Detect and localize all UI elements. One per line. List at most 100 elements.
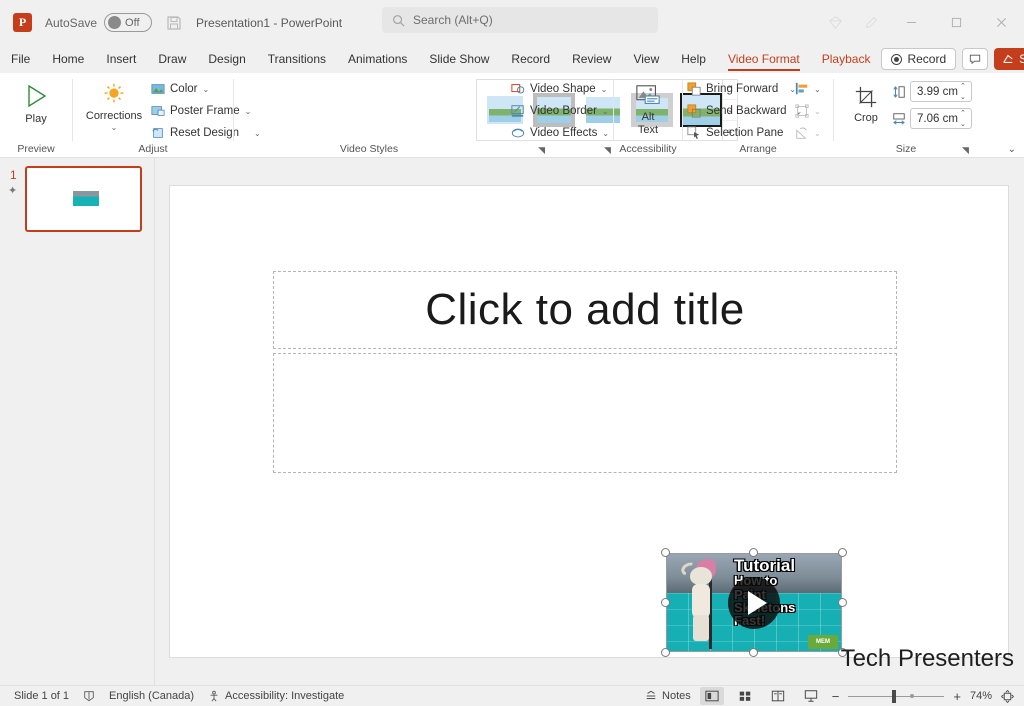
chevron-down-icon: ⌄ [602, 128, 610, 138]
title-placeholder[interactable]: Click to add title [273, 271, 897, 349]
slide-show-view-button[interactable] [799, 687, 823, 705]
record-dot-icon [891, 53, 903, 65]
tab-home[interactable]: Home [41, 45, 95, 73]
reset-design-label: Reset Design [170, 127, 240, 139]
alt-text-button[interactable]: Alt Text [614, 77, 682, 136]
maximize-button[interactable] [934, 0, 979, 45]
video-styles-dialog-launcher[interactable]: ◥ [538, 145, 545, 156]
thumbnail-video-preview [73, 191, 99, 206]
alt-text-label-line1: Alt [641, 111, 655, 123]
bring-forward-button[interactable]: Bring Forward ⌄ [687, 78, 796, 100]
tab-record[interactable]: Record [500, 45, 561, 73]
tab-design[interactable]: Design [197, 45, 256, 73]
diamond-icon[interactable] [817, 0, 853, 45]
tab-insert[interactable]: Insert [95, 45, 147, 73]
align-button[interactable]: ⌄ [795, 78, 821, 100]
comment-button[interactable] [962, 48, 989, 70]
share-button[interactable]: Share ▾ [994, 48, 1024, 70]
titlebar-right-controls [817, 0, 1024, 45]
ribbon: Play Preview Corrections ⌄ Color ⌄ Poste… [0, 73, 1024, 158]
height-icon [893, 85, 905, 98]
slide-sorter-icon [739, 691, 751, 701]
normal-view-button[interactable] [699, 687, 724, 705]
slide-thumbnail-1[interactable] [25, 166, 142, 232]
record-button-label: Record [907, 52, 947, 66]
minimize-button[interactable] [889, 0, 934, 45]
resize-handle-top-left[interactable] [661, 548, 670, 557]
size-dialog-launcher[interactable]: ◥ [962, 145, 969, 156]
resize-handle-middle-right[interactable] [838, 598, 847, 607]
tab-animations[interactable]: Animations [337, 45, 418, 73]
video-border-icon [511, 105, 524, 117]
resize-handle-top-right[interactable] [838, 548, 847, 557]
subtitle-placeholder[interactable] [273, 353, 897, 473]
slide-surface[interactable]: Click to add title Tutorial MEM [169, 185, 1009, 658]
resize-handle-bottom-left[interactable] [661, 648, 670, 657]
video-shape-button[interactable]: Video Shape ⌄ [511, 78, 607, 100]
tab-slide-show[interactable]: Slide Show [418, 45, 500, 73]
video-shape-label: Video Shape [530, 83, 596, 95]
play-icon [28, 84, 47, 108]
spell-check-indicator[interactable] [83, 690, 95, 702]
record-button[interactable]: Record [881, 48, 957, 70]
video-height-field[interactable]: 3.99 cm ⌃ ⌄ [892, 81, 972, 102]
resize-handle-top-center[interactable] [749, 548, 758, 557]
send-backward-icon [687, 104, 701, 118]
crop-label: Crop [854, 112, 878, 124]
selection-pane-button[interactable]: Selection Pane [687, 122, 783, 144]
resize-handle-middle-left[interactable] [661, 598, 670, 607]
tab-file[interactable]: File [0, 45, 41, 73]
zoom-slider[interactable] [848, 689, 945, 703]
tab-view[interactable]: View [622, 45, 670, 73]
corrections-label: Corrections [85, 110, 143, 122]
tabs-right-controls: Record Share ▾ [881, 48, 1024, 70]
group-label-adjust: Adjust [138, 143, 168, 155]
video-effects-button[interactable]: Video Effects ⌄ [511, 122, 609, 144]
tab-playback[interactable]: Playback [811, 45, 882, 73]
send-backward-button[interactable]: Send Backward ⌄ [687, 100, 802, 122]
video-border-button[interactable]: Video Border ⌄ [511, 100, 609, 122]
group-button[interactable]: ⌄ [795, 100, 821, 122]
play-button[interactable]: Play [0, 77, 72, 126]
video-width-field[interactable]: 7.06 cm ⌃ ⌄ [892, 108, 972, 129]
search-placeholder: Search (Alt+Q) [413, 13, 493, 27]
search-input[interactable]: Search (Alt+Q) [382, 7, 658, 33]
save-icon[interactable] [166, 15, 182, 31]
slide-sorter-view-button[interactable] [733, 687, 757, 705]
slide-count-indicator[interactable]: Slide 1 of 1 [14, 690, 69, 702]
width-spinner[interactable]: ⌃ ⌄ [960, 110, 966, 128]
zoom-slider-thumb[interactable] [892, 689, 897, 703]
share-button-label: Share [1019, 52, 1024, 66]
rotate-button[interactable]: ⌄ [795, 122, 821, 144]
tab-draw[interactable]: Draw [147, 45, 197, 73]
fit-slide-icon[interactable] [1001, 689, 1014, 703]
zoom-out-button[interactable]: − [832, 689, 840, 704]
color-icon [151, 84, 165, 94]
language-indicator[interactable]: English (Canada) [109, 690, 194, 702]
pen-icon[interactable] [853, 0, 889, 45]
resize-handle-bottom-center[interactable] [749, 648, 758, 657]
crop-button[interactable]: Crop [842, 79, 890, 125]
height-spinner[interactable]: ⌃ ⌄ [960, 83, 966, 101]
tab-review[interactable]: Review [561, 45, 622, 73]
tab-transitions[interactable]: Transitions [257, 45, 337, 73]
tab-help[interactable]: Help [670, 45, 717, 73]
tab-video-format[interactable]: Video Format [717, 45, 811, 73]
video-object[interactable]: Tutorial How to Paint Skeletons Fast! ME… [661, 548, 847, 657]
notes-button[interactable]: Notes [645, 690, 691, 702]
zoom-level-label[interactable]: 74% [970, 690, 992, 702]
ribbon-tabs: File Home Insert Draw Design Transitions… [0, 45, 1024, 73]
accessibility-dialog-launcher[interactable]: ◥ [604, 145, 611, 156]
chevron-down-icon[interactable]: ⌄ [111, 123, 118, 132]
collapse-ribbon-button[interactable]: ⌄ [1008, 144, 1016, 155]
color-button[interactable]: Color ⌄ [151, 78, 209, 100]
reading-view-button[interactable] [766, 687, 790, 705]
autosave-toggle[interactable]: Off [104, 13, 153, 32]
corrections-icon [104, 83, 124, 103]
poster-frame-icon [151, 106, 165, 116]
accessibility-indicator[interactable]: Accessibility: Investigate [208, 690, 344, 702]
ribbon-group-preview: Play Preview [0, 73, 72, 158]
zoom-in-button[interactable]: + [953, 689, 961, 704]
close-button[interactable] [979, 0, 1024, 45]
corrections-button[interactable]: Corrections ⌄ [83, 75, 145, 132]
